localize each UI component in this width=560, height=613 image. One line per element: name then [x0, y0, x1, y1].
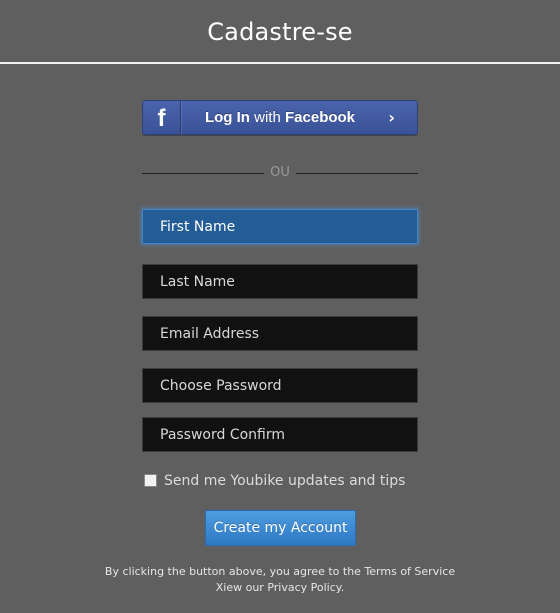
terms-of-service-link[interactable]: Terms of Service: [364, 565, 455, 578]
facebook-icon-box: f: [143, 101, 181, 134]
divider-line-right: [296, 173, 418, 174]
or-divider: OU: [142, 163, 418, 183]
legal-line-1: By clicking the button above, you agree …: [80, 564, 480, 580]
privacy-policy-link[interactable]: Privacy Policy: [267, 581, 340, 594]
facebook-with-text: with: [254, 109, 281, 126]
legal-line-2-suffix: .: [340, 581, 345, 594]
create-account-button[interactable]: Create my Account: [205, 510, 356, 546]
facebook-brand-text: Facebook: [285, 109, 356, 126]
updates-checkbox-label[interactable]: Send me Youbike updates and tips: [164, 472, 405, 490]
email-input[interactable]: [142, 316, 418, 351]
legal-line-2: Xiew our Privacy Policy.: [80, 580, 480, 596]
updates-checkbox[interactable]: [144, 474, 157, 487]
page-header: Cadastre-se: [0, 0, 560, 64]
first-name-input[interactable]: [142, 209, 418, 244]
password-confirm-input[interactable]: [142, 417, 418, 452]
facebook-login-button[interactable]: f Log In with Facebook ›: [142, 100, 418, 135]
page-title: Cadastre-se: [207, 18, 353, 46]
facebook-login-text: Log In: [204, 109, 250, 126]
chevron-right-icon: ›: [388, 108, 395, 127]
facebook-login-label: Log In with Facebook: [181, 101, 379, 134]
legal-line-1-text: By clicking the button above, you agree …: [104, 565, 365, 578]
legal-line-2-text: Xiew our: [215, 581, 268, 594]
legal-notice: By clicking the button above, you agree …: [80, 564, 480, 596]
last-name-input[interactable]: [142, 264, 418, 299]
password-input[interactable]: [142, 368, 418, 403]
facebook-f-icon: f: [157, 105, 166, 132]
